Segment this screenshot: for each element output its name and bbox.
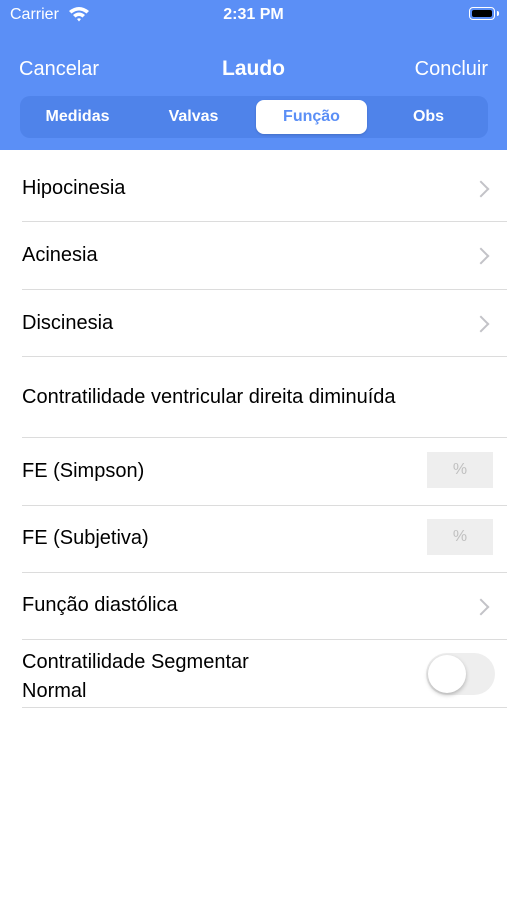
row-label: Contratilidade Segmentar Normal [22, 648, 249, 706]
row-contratilidade-vd[interactable]: Contratilidade ventricular direita dimin… [22, 357, 507, 438]
contratilidade-segmentar-toggle[interactable] [426, 653, 495, 695]
row-label: Função diastólica [22, 594, 178, 616]
row-acinesia[interactable]: Acinesia [22, 222, 507, 290]
toggle-knob [428, 655, 466, 693]
row-label: Acinesia [22, 244, 98, 266]
chevron-right-icon [472, 598, 490, 616]
row-label: FE (Subjetiva) [22, 527, 149, 549]
row-label: FE (Simpson) [22, 460, 145, 482]
chevron-right-icon [472, 247, 490, 265]
row-hipocinesia[interactable]: Hipocinesia [22, 154, 507, 222]
chevron-right-icon [472, 315, 490, 333]
battery-fill [472, 10, 492, 17]
fe-simpson-input[interactable]: % [427, 452, 493, 488]
battery-icon [469, 7, 495, 20]
tab-segmented-control: Medidas Valvas Função Obs [20, 96, 488, 138]
row-discinesia[interactable]: Discinesia [22, 290, 507, 357]
row-fe-subjetiva: FE (Subjetiva) % [22, 506, 507, 573]
status-bar: Carrier 2:31 PM [0, 0, 507, 32]
row-label: Hipocinesia [22, 177, 126, 199]
clock: 2:31 PM [223, 6, 284, 23]
row-fe-simpson: FE (Simpson) % [22, 438, 507, 506]
chevron-right-icon [472, 180, 490, 198]
tab-medidas[interactable]: Medidas [22, 100, 133, 134]
tab-obs[interactable]: Obs [373, 100, 484, 134]
tab-valvas[interactable]: Valvas [138, 100, 249, 134]
done-button[interactable]: Concluir [415, 58, 488, 81]
fe-subjetiva-input[interactable]: % [427, 519, 493, 555]
tab-funcao[interactable]: Função [256, 100, 367, 134]
row-contratilidade-segmentar: Contratilidade Segmentar Normal [22, 640, 507, 708]
row-label: Contratilidade ventricular direita dimin… [22, 386, 396, 408]
row-label: Discinesia [22, 312, 114, 334]
row-label-line-2: Normal [22, 680, 87, 702]
row-label-line-1: Contratilidade Segmentar [22, 651, 249, 673]
header: Carrier 2:31 PM Cancelar Laudo Concluir … [0, 0, 507, 150]
row-funcao-diastolica[interactable]: Função diastólica [22, 573, 507, 640]
